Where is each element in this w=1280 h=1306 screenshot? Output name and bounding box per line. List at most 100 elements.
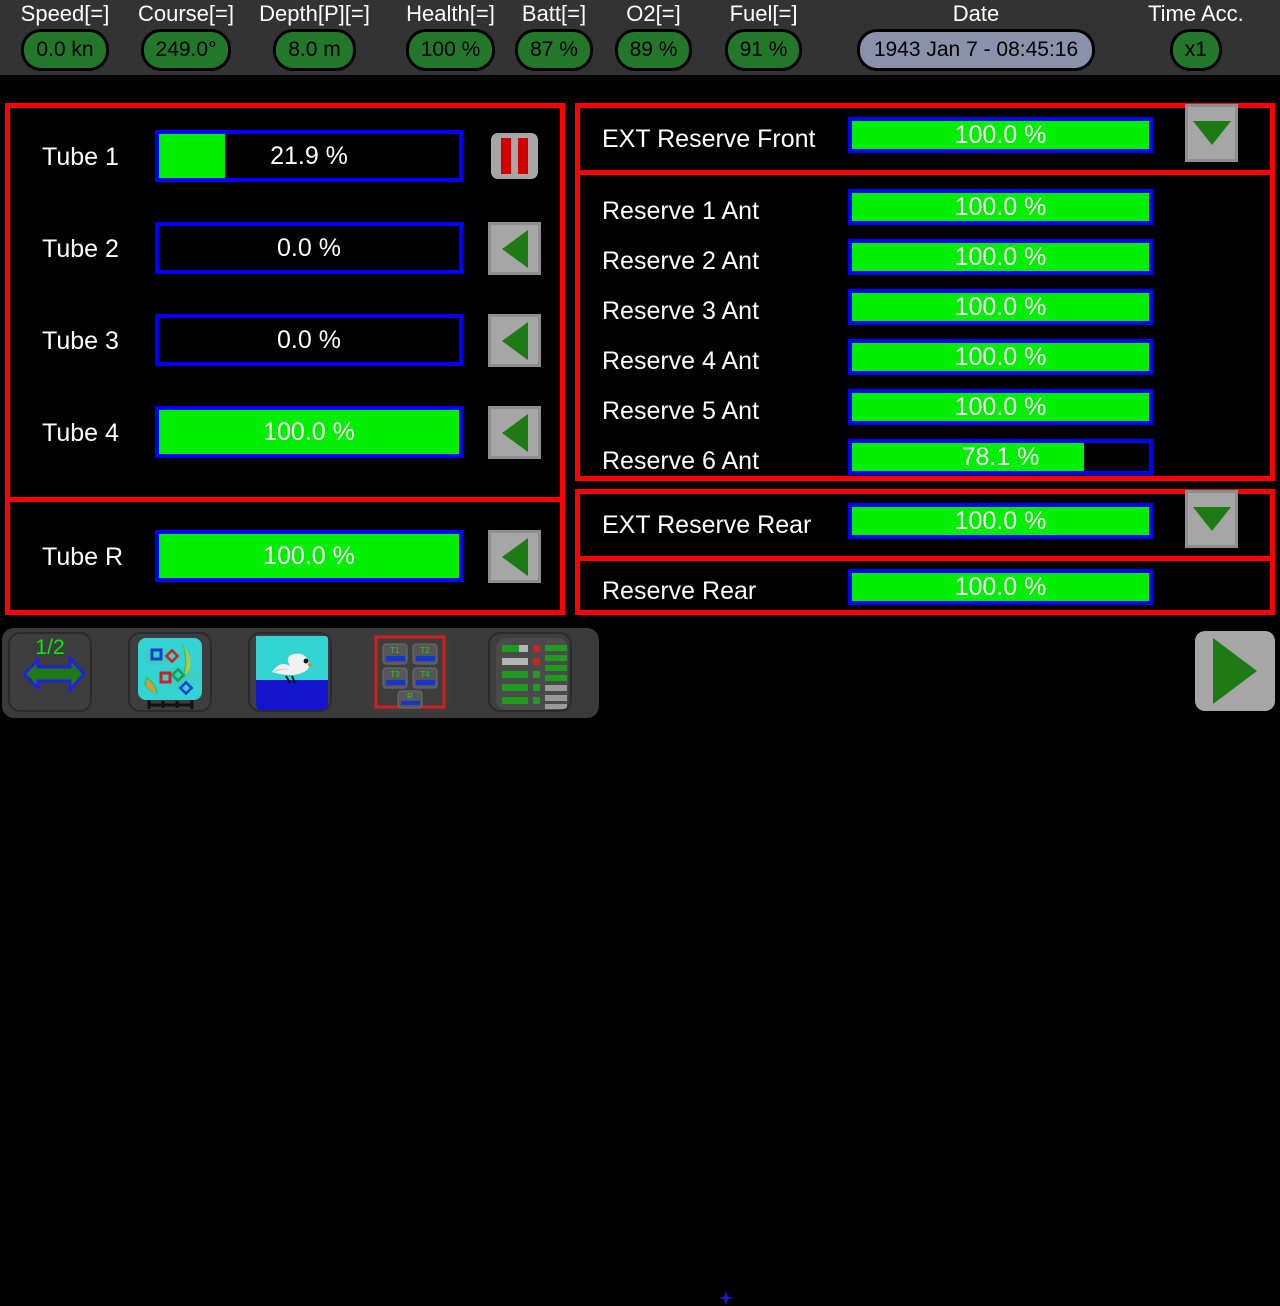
tube-label: Tube 4 — [42, 418, 119, 447]
gauge-value: 100 % — [405, 29, 496, 71]
torpedo-tubes-panel: Tube 1 21.9 % Tube 2 0.0 % Tube 3 0.0 % … — [5, 103, 565, 615]
seagull-horizon-icon — [256, 636, 328, 710]
cursor-icon — [719, 1291, 733, 1305]
periscope-view-button[interactable] — [248, 632, 332, 712]
table-row: Reserve 2 Ant 100.0 % — [580, 239, 1270, 283]
triangle-down-icon — [1192, 507, 1231, 531]
tube-label: Tube R — [42, 542, 124, 571]
gauge-value: 8.0 m — [273, 29, 356, 71]
gauge-label: Speed[=] — [20, 1, 110, 26]
reserve-label: Reserve 6 Ant — [602, 446, 760, 475]
svg-text:T3: T3 — [390, 670, 400, 679]
tube-rear-group: Tube R 100.0 % — [5, 497, 565, 615]
svg-text:T1: T1 — [390, 646, 400, 655]
torpedo-panel-button[interactable]: T1 T2 T3 T4 R — [368, 632, 452, 712]
table-row: Reserve 4 Ant 100.0 % — [580, 339, 1270, 383]
pause-icon — [501, 138, 528, 174]
table-row: Tube 4 100.0 % — [10, 406, 560, 460]
reserve-value: 100.0 % — [954, 392, 1047, 421]
gauge-time-acceleration: Time Acc. x1 — [1136, 0, 1244, 71]
gauge-value: 1943 Jan 7 - 08:45:16 — [856, 29, 1096, 71]
tube-progress-bar: 100.0 % — [155, 406, 463, 458]
load-left-button[interactable] — [488, 314, 541, 367]
gauge-value: 91 % — [724, 29, 803, 71]
reserve-progress-bar: 100.0 % — [848, 389, 1153, 425]
table-row: Reserve Rear 100.0 % — [580, 569, 1270, 613]
ext-reserve-front-group: EXT Reserve Front 100.0 % — [580, 104, 1270, 171]
gauge-value: 87 % — [515, 29, 593, 71]
transfer-down-button[interactable] — [1185, 104, 1238, 162]
triangle-left-icon — [501, 413, 528, 452]
tube-value: 0.0 % — [277, 325, 341, 354]
reserve-value: 100.0 % — [954, 192, 1047, 221]
tube-label: Tube 2 — [42, 234, 119, 263]
bottom-toolbar: 1/2 T1 T2 T3 T4 R — [0, 626, 1280, 1305]
tube-progress-bar: 0.0 % — [155, 222, 463, 274]
table-row: EXT Reserve Rear 100.0 % — [580, 490, 1270, 548]
gauge-health: Health[=] 100 % — [397, 0, 504, 71]
reserve-label: EXT Reserve Front — [602, 124, 816, 153]
rear-reserves-panel: EXT Reserve Rear 100.0 % Reserve Rear 10… — [575, 489, 1275, 615]
reserve-progress-bar: 100.0 % — [848, 117, 1153, 153]
reserve-value: 100.0 % — [954, 242, 1047, 271]
table-row: EXT Reserve Front 100.0 % — [580, 104, 1270, 162]
reserve-progress-bar: 100.0 % — [848, 503, 1153, 539]
systems-panel-button[interactable] — [488, 632, 572, 712]
gauge-oxygen: O2[=] 89 % — [604, 0, 703, 71]
gauge-label: Time Acc. — [1148, 1, 1244, 26]
gauge-label: Date — [952, 1, 1000, 26]
table-row: Tube 1 21.9 % — [10, 130, 560, 184]
gauge-course: Course[=] 249.0° — [130, 0, 242, 71]
triangle-right-icon — [1213, 638, 1257, 704]
reserve-value: 100.0 % — [954, 572, 1047, 601]
reserve-progress-bar: 100.0 % — [848, 339, 1153, 375]
load-left-button[interactable] — [488, 530, 541, 583]
svg-text:R: R — [407, 692, 413, 701]
load-left-button[interactable] — [488, 222, 541, 275]
gauge-label: Batt[=] — [521, 1, 587, 26]
load-left-button[interactable] — [488, 406, 541, 459]
tubes-main-group: Tube 1 21.9 % Tube 2 0.0 % Tube 3 0.0 % … — [10, 108, 560, 498]
gauge-label: Depth[P][=] — [259, 1, 370, 26]
triangle-left-icon — [501, 537, 528, 576]
gauge-value: 89 % — [614, 29, 693, 71]
gauge-value: x1 — [1169, 29, 1222, 71]
gauge-value: 0.0 kn — [21, 29, 109, 71]
gauge-label: Fuel[=] — [729, 1, 798, 26]
reserve-label: Reserve 4 Ant — [602, 346, 760, 375]
gauge-value: 249.0° — [140, 29, 232, 71]
gauge-label: Course[=] — [138, 1, 234, 26]
reserve-progress-bar: 78.1 % — [848, 439, 1153, 475]
table-row: Reserve 5 Ant 100.0 % — [580, 389, 1270, 433]
gauge-fuel: Fuel[=] 91 % — [711, 0, 816, 71]
table-row: Reserve 3 Ant 100.0 % — [580, 289, 1270, 333]
map-view-button[interactable] — [128, 632, 212, 712]
triangle-left-icon — [501, 321, 528, 360]
triangle-down-icon — [1192, 121, 1231, 145]
svg-text:T4: T4 — [420, 670, 430, 679]
next-page-button[interactable]: 1/2 — [8, 632, 92, 712]
reserve-label: Reserve Rear — [602, 576, 757, 605]
table-row: Tube 3 0.0 % — [10, 314, 560, 368]
status-header: Speed[=] 0.0 kn Course[=] 249.0° Depth[P… — [0, 0, 1280, 75]
reserve-label: Reserve 5 Ant — [602, 396, 760, 425]
tube-value: 21.9 % — [270, 141, 348, 170]
reserve-value: 100.0 % — [954, 120, 1047, 149]
gauge-label: Health[=] — [406, 1, 495, 26]
svg-text:T2: T2 — [420, 646, 430, 655]
reserve-value: 100.0 % — [954, 506, 1047, 535]
tube-progress-bar: 100.0 % — [155, 530, 463, 582]
gauge-depth: Depth[P][=] 8.0 m — [242, 0, 387, 71]
transfer-down-button[interactable] — [1185, 490, 1238, 548]
reserve-progress-bar: 100.0 % — [848, 569, 1153, 605]
pause-button[interactable] — [491, 133, 538, 179]
table-row: Tube R 100.0 % — [10, 530, 560, 584]
gauge-date: Date 1943 Jan 7 - 08:45:16 — [816, 0, 1136, 71]
gauge-speed: Speed[=] 0.0 kn — [0, 0, 130, 71]
front-reserves-panel: EXT Reserve Front 100.0 % Reserve 1 Ant … — [575, 103, 1275, 481]
table-row: Reserve 1 Ant 100.0 % — [580, 189, 1270, 233]
play-button[interactable] — [1195, 631, 1275, 711]
tube-value: 100.0 % — [263, 417, 355, 446]
gauge-battery: Batt[=] 87 % — [504, 0, 604, 71]
reserve-progress-bar: 100.0 % — [848, 289, 1153, 325]
